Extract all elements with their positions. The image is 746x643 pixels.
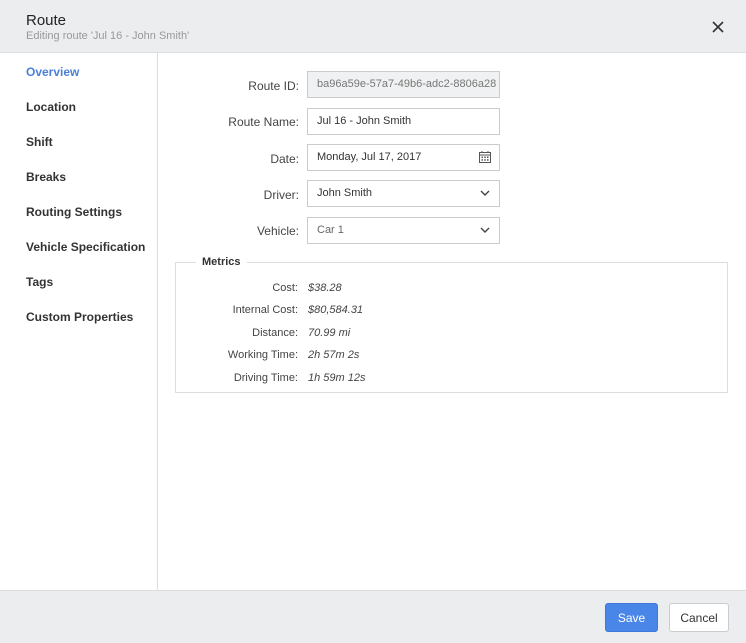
metric-value-driving-time: 1h 59m 12s (308, 372, 366, 384)
dialog-footer: Save Cancel (0, 590, 746, 643)
metric-value-working-time: 2h 57m 2s (308, 349, 360, 361)
route-name-label: Route Name: (228, 115, 299, 129)
sidebar-item-shift[interactable]: Shift (26, 135, 53, 149)
date-value: Monday, Jul 17, 2017 (317, 151, 422, 163)
metric-value-distance: 70.99 mi (308, 327, 351, 339)
sidebar-item-tags[interactable]: Tags (26, 275, 53, 289)
save-button[interactable]: Save (605, 603, 658, 632)
sidebar-item-custom-properties[interactable]: Custom Properties (26, 310, 133, 324)
metric-label: Driving Time: (233, 372, 298, 384)
cancel-button[interactable]: Cancel (669, 603, 729, 632)
route-name-input[interactable]: Jul 16 - John Smith (307, 108, 500, 135)
sidebar-item-overview[interactable]: Overview (26, 65, 79, 79)
route-id-field[interactable]: ba96a59e-57a7-49b6-adc2-8806a28 (307, 71, 500, 98)
driver-value: John Smith (317, 187, 373, 199)
metrics-title: Metrics (196, 256, 247, 268)
sidebar-item-vehicle-specification[interactable]: Vehicle Specification (26, 240, 145, 254)
close-icon[interactable] (708, 17, 728, 37)
date-picker[interactable]: Monday, Jul 17, 2017 (307, 144, 500, 171)
sidebar-item-breaks[interactable]: Breaks (26, 170, 66, 184)
chevron-down-icon (480, 227, 490, 233)
metric-label: Internal Cost: (232, 304, 298, 316)
vehicle-value: Car 1 (317, 224, 344, 236)
metric-label: Distance: (252, 327, 298, 339)
dialog-title: Route (26, 12, 67, 29)
metrics-fieldset: Metrics Cost: $38.28 Internal Cost: $80,… (175, 256, 728, 393)
route-id-label: Route ID: (248, 79, 299, 93)
sidebar-item-routing-settings[interactable]: Routing Settings (26, 205, 122, 219)
vehicle-label: Vehicle: (256, 224, 299, 238)
driver-label: Driver: (263, 188, 299, 202)
vehicle-select[interactable]: Car 1 (307, 217, 500, 244)
sidebar: Overview Location Shift Breaks Routing S… (0, 53, 158, 590)
driver-select[interactable]: John Smith (307, 180, 500, 207)
metric-label: Working Time: (227, 349, 298, 361)
metric-value-cost: $38.28 (308, 282, 342, 294)
chevron-down-icon (480, 190, 490, 196)
dialog-subtitle: Editing route 'Jul 16 - John Smith' (26, 30, 190, 42)
metric-value-internal-cost: $80,584.31 (308, 304, 364, 316)
overview-panel: Route ID: ba96a59e-57a7-49b6-adc2-8806a2… (159, 53, 746, 590)
metric-label: Cost: (272, 282, 298, 294)
dialog-header: Route Editing route 'Jul 16 - John Smith… (0, 0, 746, 53)
sidebar-item-location[interactable]: Location (26, 100, 76, 114)
calendar-icon[interactable] (479, 151, 491, 163)
date-label: Date: (270, 152, 299, 166)
